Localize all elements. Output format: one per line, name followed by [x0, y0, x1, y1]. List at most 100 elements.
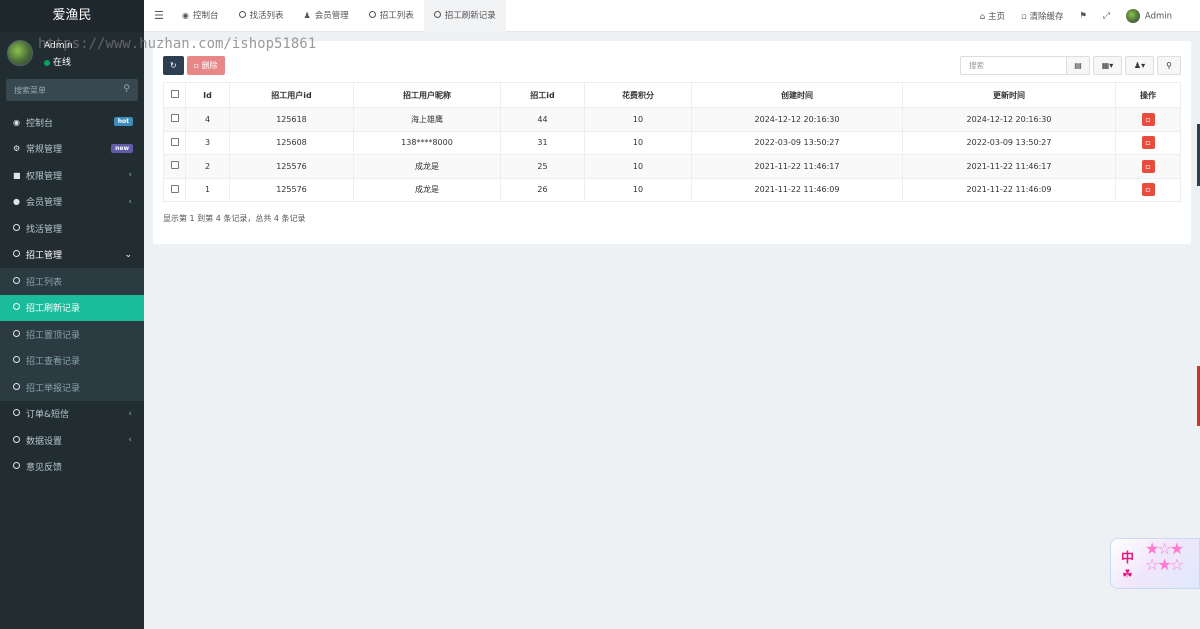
column-header[interactable]: 招工id [500, 82, 585, 108]
cell-nickname: 成龙是 [353, 154, 501, 179]
sidebar-item-label: 招工列表 [26, 277, 63, 288]
sidebar-item-recruitment[interactable]: 招工管理 ⌄ [0, 242, 144, 269]
user-menu[interactable]: Admin [1118, 9, 1200, 23]
delete-row-button[interactable]: ▫ [1141, 183, 1155, 197]
tab-refresh-records[interactable]: 招工刷新记录 [423, 0, 506, 32]
tab-label: 招工刷新记录 [444, 11, 496, 21]
cell-actions: ▫ [1115, 177, 1181, 202]
cell-points: 10 [584, 130, 692, 155]
sidebar-subitem-view-records[interactable]: 招工查看记录 [0, 348, 144, 375]
row-checkbox[interactable] [170, 161, 179, 170]
sidebar-subitem-report-records[interactable]: 招工举报记录 [0, 374, 144, 401]
row-checkbox[interactable] [170, 137, 179, 146]
fullscreen-icon[interactable]: ⤢ [1095, 11, 1118, 21]
export-dropdown-button[interactable]: ♟▾ [1125, 56, 1154, 75]
table-search-input[interactable] [961, 57, 1066, 74]
grid-icon: ▦▾ [1101, 61, 1114, 70]
select-all-checkbox[interactable] [170, 90, 179, 98]
row-checkbox[interactable] [170, 114, 179, 123]
chevron-down-icon: ⌄ [124, 249, 132, 260]
refresh-icon: ↻ [170, 61, 177, 70]
cell-id: 3 [185, 130, 230, 155]
circle-icon [13, 435, 26, 445]
user-circle-icon: ● [13, 197, 20, 207]
delete-row-button[interactable]: ▫ [1141, 159, 1155, 173]
row-checkbox[interactable] [170, 184, 179, 193]
cell-job-id: 25 [500, 154, 585, 179]
sidebar-item-label: 常规管理 [26, 145, 63, 156]
home-label: 主页 [987, 12, 1005, 22]
cell-nickname: 成龙是 [353, 177, 501, 202]
user-name: Admin [44, 41, 73, 51]
circle-icon [13, 303, 26, 312]
tab-label: 招工列表 [379, 11, 414, 21]
trash-icon: ▫ [193, 61, 200, 70]
sidebar-item-orders-sms[interactable]: 订单&短信 ‹ [0, 401, 144, 428]
tab-recruit-list[interactable]: 招工列表 [359, 0, 424, 32]
sidebar-item-label: 控制台 [26, 118, 54, 129]
row-select-cell [163, 154, 186, 179]
delete-row-button[interactable]: ▫ [1141, 136, 1155, 150]
sidebar-item-permissions[interactable]: ■ 权限管理 ‹ [0, 162, 144, 189]
delete-row-button[interactable]: ▫ [1141, 112, 1155, 126]
search-icon[interactable]: ⚲ [123, 84, 130, 94]
sidebar-item-label: 权限管理 [26, 171, 63, 182]
cell-actions: ▫ [1115, 154, 1181, 179]
hamburger-menu-icon[interactable]: ☰ [154, 9, 164, 22]
advanced-search-button[interactable]: ⚲ [1157, 56, 1181, 75]
sidebar-item-data-settings[interactable]: 数据设置 ‹ [0, 427, 144, 454]
language-icon[interactable]: ⚑ [1071, 11, 1095, 21]
sidebar-subitem-refresh-records[interactable]: 招工刷新记录 [0, 294, 144, 321]
sidebar-item-label: 找活管理 [26, 224, 63, 235]
sidebar-menu-bottom: 订单&短信 ‹ 数据设置 ‹ 意见反馈 [0, 401, 144, 481]
cell-updated: 2022-03-09 13:50:27 [902, 130, 1116, 155]
home-link[interactable]: ⌂ 主页 [972, 10, 1013, 22]
column-header[interactable]: 更新时间 [902, 82, 1116, 108]
toggle-view-button[interactable]: ▤ [1066, 56, 1090, 75]
cell-job-id: 26 [500, 177, 585, 202]
sidebar-subitem-recruit-list[interactable]: 招工列表 [0, 268, 144, 295]
brand-logo[interactable]: 爱渔民 [0, 0, 144, 32]
cell-actions: ▫ [1115, 107, 1181, 132]
sidebar: 爱渔民 Admin 在线 ⚲ ◉ 控制台 hot ⚙ 常规管理 new ■ 权限管理 ‹ ●… [0, 0, 144, 629]
input-method-widget[interactable]: 中 ☘ ★☆★ ☆★☆ [1110, 538, 1200, 589]
column-header[interactable]: 招工用户昵称 [353, 82, 501, 108]
sidebar-item-label: 数据设置 [26, 436, 63, 447]
column-header[interactable]: Id [185, 82, 230, 108]
sidebar-submenu-recruitment: 招工列表 招工刷新记录 招工置顶记录 招工查看记录 招工举报记录 [0, 268, 144, 401]
cell-created: 2022-03-09 13:50:27 [691, 130, 903, 155]
cell-nickname: 海上雄鹰 [353, 107, 501, 132]
column-header[interactable]: 招工用户id [229, 82, 354, 108]
sidebar-subitem-top-records[interactable]: 招工置顶记录 [0, 321, 144, 348]
cell-user-id: 125576 [229, 177, 354, 202]
sidebar-item-dashboard[interactable]: ◉ 控制台 hot [0, 109, 144, 136]
circle-icon [13, 462, 26, 471]
pagination-summary: 显示第 1 到第 4 条记录，总共 4 条记录 [163, 214, 306, 223]
shirt-icon: ☘ [1122, 567, 1133, 581]
refresh-button[interactable]: ↻ [163, 56, 184, 75]
sidebar-search-input[interactable] [6, 79, 138, 101]
tab-member-management[interactable]: ♟ 会员管理 [294, 0, 359, 32]
tab-job-seeking-list[interactable]: 找活列表 [229, 0, 294, 32]
top-navbar: ☰ ◉ 控制台 找活列表 ♟ 会员管理 招工列表 招工刷新记录 ⌂ 主页 ▫ 清除缓… [144, 0, 1200, 32]
row-select-cell [163, 130, 186, 155]
sidebar-item-feedback[interactable]: 意见反馈 [0, 454, 144, 481]
column-header[interactable]: 创建时间 [691, 82, 903, 108]
sidebar-item-label: 招工置顶记录 [26, 330, 81, 341]
cell-updated: 2021-11-22 11:46:17 [902, 154, 1116, 179]
sidebar-item-job-seeking[interactable]: 找活管理 [0, 215, 144, 242]
sidebar-item-members[interactable]: ● 会员管理 ‹ [0, 189, 144, 216]
cell-updated: 2024-12-12 20:16:30 [902, 107, 1116, 132]
tab-dashboard[interactable]: ◉ 控制台 [172, 0, 229, 32]
sidebar-item-label: 会员管理 [26, 198, 63, 209]
dashboard-icon: ◉ [182, 11, 189, 20]
user-menu-label: Admin [1144, 11, 1172, 22]
circle-icon [13, 409, 26, 418]
columns-dropdown-button[interactable]: ▦▾ [1093, 56, 1122, 75]
clear-cache-button[interactable]: ▫ 清除缓存 [1013, 10, 1071, 22]
sidebar-item-general[interactable]: ⚙ 常规管理 new [0, 136, 144, 163]
sidebar-item-label: 招工查看记录 [26, 357, 81, 368]
column-header[interactable]: 花费积分 [584, 82, 692, 108]
table-toolbar: ↻ ▫ 删除 [163, 56, 228, 75]
delete-button[interactable]: ▫ 删除 [186, 56, 225, 75]
